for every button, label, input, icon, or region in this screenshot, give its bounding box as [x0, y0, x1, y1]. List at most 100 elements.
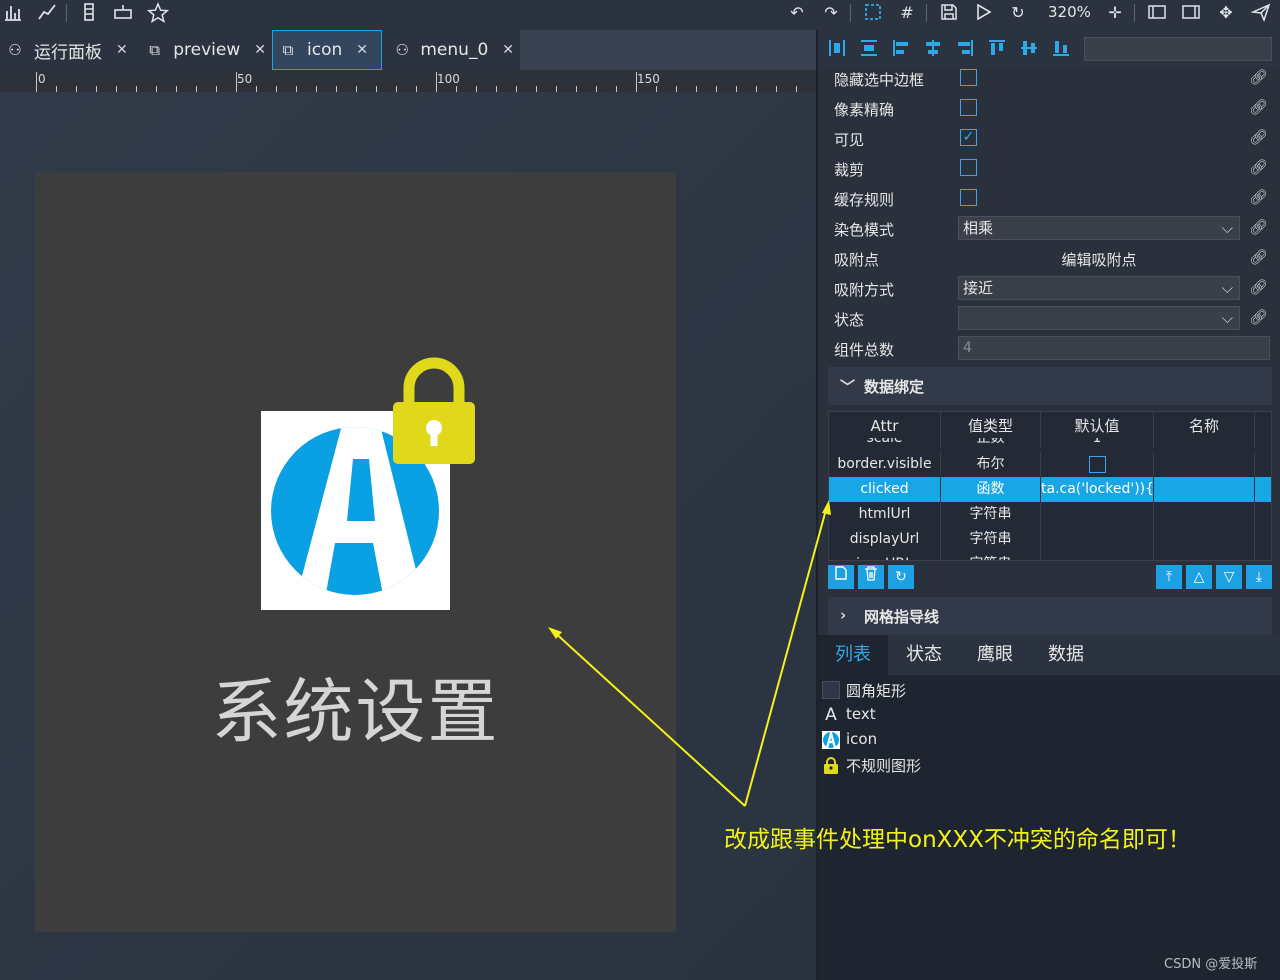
- table-row[interactable]: border.visible 布尔: [829, 452, 1271, 477]
- link-icon[interactable]: 🔗︎: [1249, 218, 1268, 236]
- layer-item-icon[interactable]: icon: [822, 728, 1122, 753]
- cache-rule-checkbox[interactable]: [960, 189, 977, 206]
- ruler-label: 50: [237, 72, 253, 86]
- snap-mode-select[interactable]: 接近 ⌵: [958, 276, 1240, 300]
- select-value: 接近: [963, 279, 994, 297]
- link-icon[interactable]: 🔗︎: [1249, 308, 1268, 326]
- undo-icon[interactable]: ↶: [786, 2, 808, 24]
- align-right-icon[interactable]: [954, 38, 976, 60]
- lock-icon[interactable]: [391, 356, 477, 466]
- close-icon[interactable]: ✕: [502, 42, 514, 58]
- section-title: 网格指导线: [864, 608, 940, 626]
- clip-checkbox[interactable]: [960, 159, 977, 176]
- move-up-button[interactable]: △: [1186, 565, 1212, 589]
- line-chart-icon[interactable]: [36, 2, 58, 24]
- link-icon[interactable]: 🔗︎: [1249, 188, 1268, 206]
- save-icon[interactable]: [938, 2, 960, 24]
- move-top-button[interactable]: ⤒: [1156, 565, 1182, 589]
- top-toolbar: ↶ ↷ # ↻ 320% ✛ ✥: [0, 0, 1280, 26]
- panel-left-icon[interactable]: [1146, 2, 1168, 24]
- move-bottom-button[interactable]: ⤓: [1246, 565, 1272, 589]
- crosshair-icon[interactable]: ✛: [1104, 2, 1126, 24]
- link-icon[interactable]: 🔗︎: [1249, 128, 1268, 146]
- layer-item-text[interactable]: A text: [822, 704, 1122, 728]
- align-value-input[interactable]: [1084, 37, 1272, 61]
- distribute-horizontal-icon[interactable]: [826, 38, 848, 60]
- blend-mode-select[interactable]: 相乘 ⌵: [958, 216, 1240, 240]
- link-icon[interactable]: 🔗︎: [1249, 68, 1268, 86]
- layer-item-rounded-rect[interactable]: 圆角矩形: [822, 679, 1122, 703]
- align-top-icon[interactable]: [986, 38, 1008, 60]
- table-row[interactable]: htmlUrl 字符串: [829, 502, 1271, 527]
- table-row-selected[interactable]: clicked 函数 ta.ca('locked')){: [829, 477, 1271, 502]
- cell-type: 函数: [941, 477, 1041, 502]
- tab-run-panel[interactable]: ⚇ 运行面板 ✕: [0, 30, 134, 70]
- rounded-rect-shape[interactable]: 系统设置: [35, 172, 676, 932]
- add-row-button[interactable]: [828, 565, 854, 589]
- close-icon[interactable]: ✕: [116, 42, 128, 58]
- play-icon[interactable]: [972, 2, 994, 24]
- cell-attr: border.visible: [829, 452, 941, 477]
- tab-eagle-eye[interactable]: 鹰眼: [960, 635, 1030, 675]
- link-icon[interactable]: 🔗︎: [1249, 248, 1268, 266]
- widget-icon[interactable]: [112, 2, 134, 24]
- data-binding-section-header[interactable]: ﹀ 数据绑定: [828, 367, 1272, 405]
- select-frame-icon[interactable]: [862, 2, 884, 24]
- delete-row-button[interactable]: [858, 565, 884, 589]
- star-icon[interactable]: [146, 2, 170, 24]
- bar-chart-icon[interactable]: [2, 2, 24, 24]
- component-icon[interactable]: [78, 2, 100, 24]
- close-icon[interactable]: ✕: [254, 42, 266, 58]
- table-row[interactable]: displayUrl 字符串: [829, 527, 1271, 552]
- hide-border-checkbox[interactable]: [960, 69, 977, 86]
- prop-hide-selection-border: 隐藏选中边框 🔗︎: [818, 63, 1280, 93]
- refresh-table-button[interactable]: ↻: [888, 565, 914, 589]
- visible-checkbox[interactable]: ✓: [960, 129, 977, 146]
- move-icon[interactable]: ✥: [1215, 2, 1237, 24]
- edit-anchor-button[interactable]: 编辑吸附点: [958, 249, 1240, 270]
- chevron-down-icon: ⌵: [1221, 219, 1233, 237]
- tab-preview[interactable]: ⧉ preview ✕: [140, 30, 266, 70]
- table-row[interactable]: scale 正数 1: [829, 438, 1271, 448]
- refresh-icon[interactable]: ↻: [1007, 2, 1029, 24]
- app-logo-icon: [822, 728, 840, 749]
- horizontal-ruler[interactable]: 0 50 100 150: [0, 70, 816, 92]
- tab-menu-0[interactable]: ⚇ menu_0 ✕: [388, 30, 514, 70]
- panel-right-icon[interactable]: [1180, 2, 1202, 24]
- design-canvas[interactable]: 系统设置: [0, 92, 816, 980]
- grid-icon[interactable]: #: [896, 2, 918, 24]
- shapes-icon: ⧉: [149, 41, 160, 59]
- cell-default[interactable]: ta.ca('locked')){: [1041, 477, 1154, 502]
- table-row[interactable]: iconURL 字符串: [829, 552, 1271, 560]
- grid-guides-section-header[interactable]: › 网格指导线: [828, 597, 1272, 635]
- rounded-rect-icon: [822, 681, 840, 699]
- send-icon[interactable]: [1250, 2, 1272, 24]
- chevron-down-icon: ⌵: [1221, 279, 1233, 297]
- link-icon[interactable]: 🔗︎: [1249, 98, 1268, 116]
- distribute-vertical-icon[interactable]: [858, 38, 880, 60]
- move-down-button[interactable]: ▽: [1216, 565, 1242, 589]
- link-icon[interactable]: 🔗︎: [1249, 158, 1268, 176]
- redo-icon[interactable]: ↷: [820, 2, 842, 24]
- prop-visible: 可见 ✓ 🔗︎: [818, 123, 1280, 153]
- align-center-h-icon[interactable]: [922, 38, 944, 60]
- canvas-title-text[interactable]: 系统设置: [35, 656, 676, 757]
- tab-state[interactable]: 状态: [889, 635, 959, 675]
- link-icon[interactable]: 🔗︎: [1249, 278, 1268, 296]
- border-visible-checkbox[interactable]: [1088, 455, 1106, 473]
- prop-state: 状态 ⌵ 🔗︎: [818, 303, 1280, 333]
- tab-data[interactable]: 数据: [1031, 635, 1101, 675]
- align-left-icon[interactable]: [890, 38, 912, 60]
- close-icon[interactable]: ✕: [356, 42, 368, 58]
- pixel-perfect-checkbox[interactable]: [960, 99, 977, 116]
- cell-name[interactable]: [1154, 477, 1255, 502]
- tab-icon[interactable]: ⧉ icon ✕: [272, 30, 382, 70]
- layer-item-irregular-shape[interactable]: 不规则图形: [822, 754, 1122, 778]
- align-middle-v-icon[interactable]: [1018, 38, 1040, 60]
- state-select[interactable]: ⌵: [958, 306, 1240, 330]
- zoom-level[interactable]: 320%: [1048, 3, 1091, 21]
- cell-type: 字符串: [941, 527, 1041, 552]
- align-bottom-icon[interactable]: [1050, 38, 1072, 60]
- cell-name: [1154, 452, 1255, 477]
- tab-list[interactable]: 列表: [818, 635, 888, 675]
